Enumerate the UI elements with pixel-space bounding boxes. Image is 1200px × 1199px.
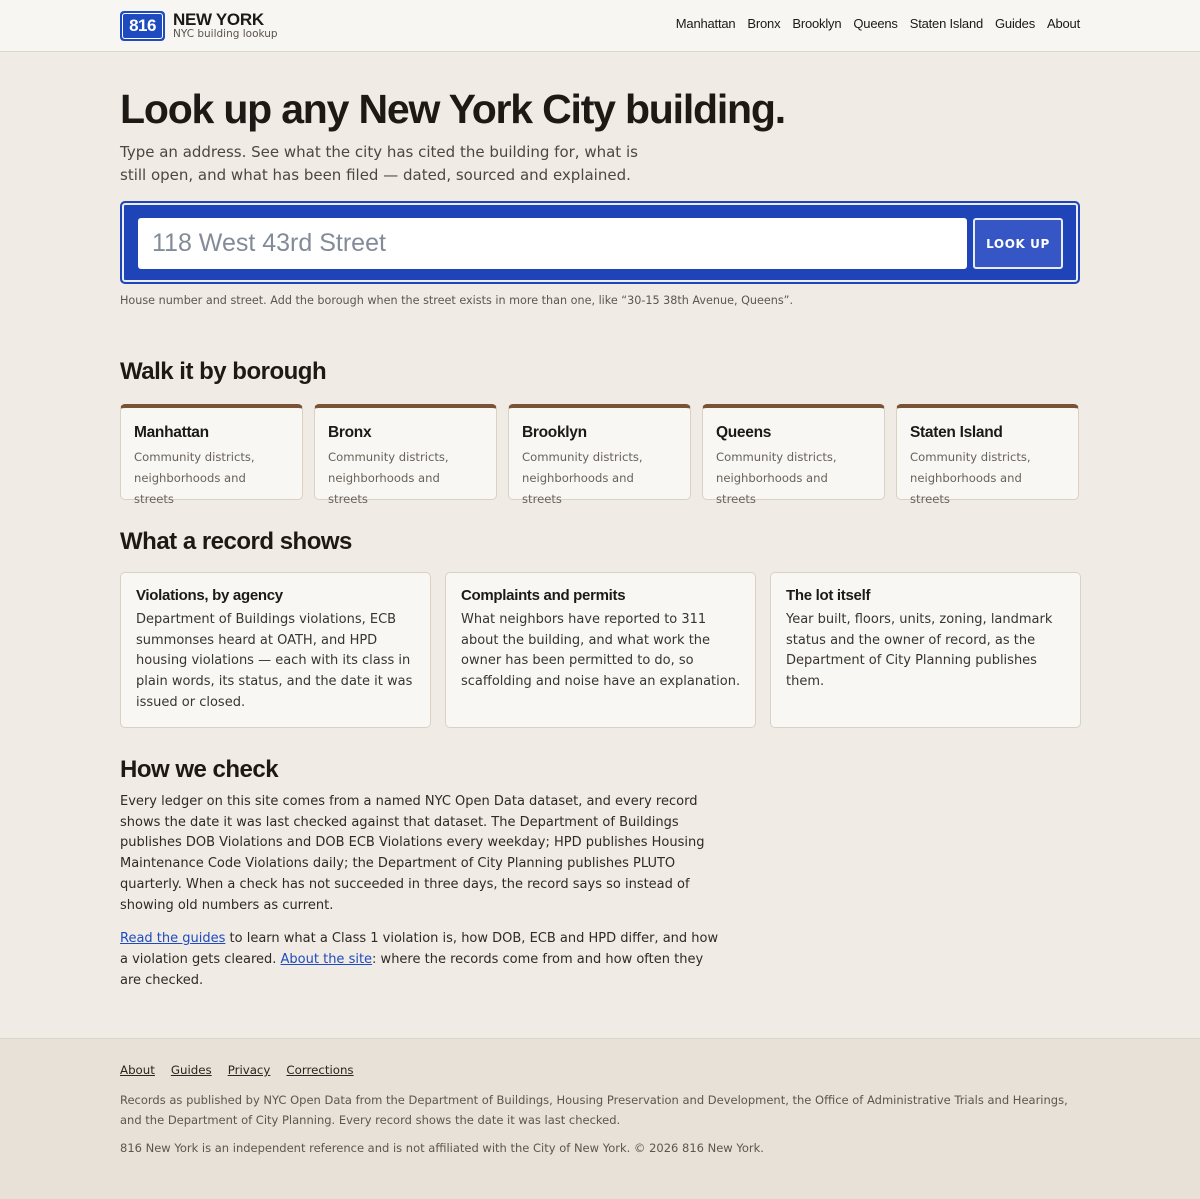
- guides-paragraph: Read the guides to learn what a Class 1 …: [120, 929, 720, 991]
- nav-item-brooklyn[interactable]: Brooklyn: [792, 16, 841, 31]
- borough-card-title: Manhattan: [134, 424, 209, 441]
- boroughs-heading: Walk it by borough: [120, 358, 327, 385]
- borough-card-desc: Community districts, neighborhoods and s…: [522, 450, 643, 506]
- nav-item-about[interactable]: About: [1047, 16, 1080, 31]
- footer-link-guides[interactable]: Guides: [171, 1063, 212, 1077]
- borough-card-brooklyn[interactable]: Brooklyn Community districts, neighborho…: [508, 404, 691, 506]
- borough-card-desc: Community districts, neighborhoods and s…: [716, 450, 837, 506]
- brand-subtitle: NYC building lookup: [173, 28, 278, 40]
- record-cards: Violations, by agency Department of Buil…: [120, 572, 1081, 728]
- top-bar: 816 NEW YORK NYC building lookup Manhatt…: [0, 0, 1200, 52]
- record-card-desc: Year built, floors, units, zoning, landm…: [786, 612, 1053, 690]
- look-up-button[interactable]: LOOK UP: [973, 218, 1063, 269]
- page-title: Look up any New York City building.: [120, 86, 786, 132]
- about-site-link[interactable]: About the site: [281, 952, 373, 967]
- address-search-input[interactable]: [138, 218, 967, 269]
- hero-subtitle: Type an address. See what the city has c…: [120, 143, 638, 184]
- borough-card-manhattan[interactable]: Manhattan Community districts, neighborh…: [120, 404, 303, 506]
- borough-card-title: Brooklyn: [522, 424, 587, 441]
- borough-card-desc: Community districts, neighborhoods and s…: [328, 450, 449, 506]
- nav-item-manhattan[interactable]: Manhattan: [676, 16, 736, 31]
- brand-name[interactable]: NEW YORK: [173, 10, 264, 30]
- borough-card-title: Queens: [716, 424, 772, 441]
- borough-card-title: Bronx: [328, 424, 372, 441]
- record-card-complaints: Complaints and permits What neighbors ha…: [445, 572, 756, 728]
- record-card-title: Violations, by agency: [136, 587, 283, 604]
- record-card-desc: Department of Buildings violations, ECB …: [136, 612, 413, 710]
- nav-item-guides[interactable]: Guides: [995, 16, 1035, 31]
- borough-card-desc: Community districts, neighborhoods and s…: [910, 450, 1031, 506]
- borough-card-queens[interactable]: Queens Community districts, neighborhood…: [702, 404, 885, 506]
- records-heading: What a record shows: [120, 528, 352, 555]
- nav-item-staten-island[interactable]: Staten Island: [910, 16, 983, 31]
- borough-card-bronx[interactable]: Bronx Community districts, neighborhoods…: [314, 404, 497, 506]
- footer-links: About Guides Privacy Corrections: [120, 1063, 354, 1077]
- borough-card-desc: Community districts, neighborhoods and s…: [134, 450, 255, 506]
- search-panel: LOOK UP: [120, 201, 1080, 284]
- logo-text: 816: [122, 13, 163, 39]
- footer-link-corrections[interactable]: Corrections: [286, 1063, 353, 1077]
- record-card-lot: The lot itself Year built, floors, units…: [770, 572, 1081, 728]
- record-card-violations: Violations, by agency Department of Buil…: [120, 572, 431, 728]
- borough-cards: Manhattan Community districts, neighborh…: [120, 404, 1079, 506]
- how-we-check-paragraph: Every ledger on this site comes from a n…: [120, 794, 705, 913]
- footer-disclaimer: 816 New York is an independent reference…: [120, 1141, 764, 1155]
- record-card-title: The lot itself: [786, 587, 871, 604]
- record-card-title: Complaints and permits: [461, 587, 626, 604]
- borough-card-title: Staten Island: [910, 424, 1003, 441]
- nav-item-bronx[interactable]: Bronx: [747, 16, 780, 31]
- how-we-check-heading: How we check: [120, 756, 279, 783]
- footer-sources-text: Records as published by NYC Open Data fr…: [120, 1093, 1068, 1127]
- logo-badge[interactable]: 816: [120, 11, 165, 41]
- record-card-desc: What neighbors have reported to 311 abou…: [461, 612, 741, 690]
- footer-link-about[interactable]: About: [120, 1063, 155, 1077]
- how-we-check-body: Every ledger on this site comes from a n…: [120, 792, 720, 991]
- search-hint: House number and street. Add the borough…: [120, 294, 794, 307]
- read-guides-link[interactable]: Read the guides: [120, 931, 225, 946]
- borough-card-staten-island[interactable]: Staten Island Community districts, neigh…: [896, 404, 1079, 506]
- nav-item-queens[interactable]: Queens: [853, 16, 898, 31]
- footer-link-privacy[interactable]: Privacy: [228, 1063, 271, 1077]
- footer: About Guides Privacy Corrections Records…: [0, 1038, 1200, 1199]
- main-nav: Manhattan Bronx Brooklyn Queens Staten I…: [676, 16, 1080, 31]
